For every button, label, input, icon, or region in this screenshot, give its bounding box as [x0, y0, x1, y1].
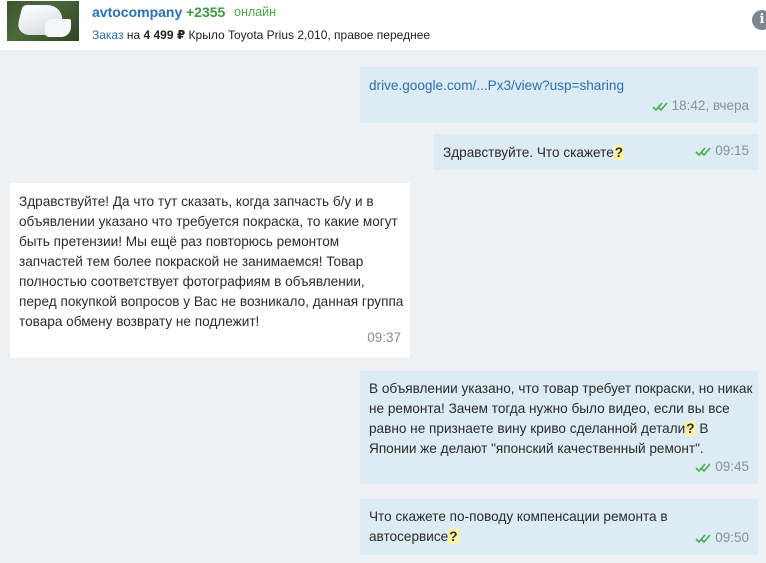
message-time: 09:50: [715, 530, 749, 545]
question-mark-highlight: ?: [685, 421, 696, 436]
seller-rating: +2355: [186, 4, 226, 20]
double-check-icon: [652, 101, 668, 111]
order-price: 4 499 ₽: [143, 28, 186, 42]
seller-online-status: онлайн: [234, 5, 276, 19]
message-text-part: Что скажете по-поводу компенсации ремонт…: [369, 509, 668, 544]
double-check-icon: [695, 462, 711, 472]
question-mark-highlight: ?: [448, 529, 459, 544]
seller-name-link[interactable]: avtocompany: [92, 4, 182, 20]
double-check-icon: [695, 146, 711, 156]
listing-thumbnail[interactable]: [7, 1, 79, 41]
message-outgoing: Что скажете по-поводу компенсации ремонт…: [360, 499, 758, 555]
message-meta: 09:50: [695, 528, 749, 548]
message-text: Здравствуйте. Что скажете: [443, 145, 614, 160]
order-link[interactable]: Заказ: [92, 28, 123, 42]
message-link[interactable]: drive.google.com/...Px3/view?usp=sharing: [369, 78, 624, 93]
order-summary: Заказ на 4 499 ₽ Крыло Toyota Prius 2,01…: [92, 28, 430, 42]
message-incoming: Здравствуйте! Да что тут сказать, когда …: [10, 183, 410, 358]
order-title: Крыло Toyota Prius 2,010, правое передне…: [188, 28, 431, 42]
message-outgoing: В объявлении указано, что товар требует …: [360, 371, 758, 484]
question-mark-highlight: ?: [613, 145, 625, 160]
message-time: 09:45: [715, 459, 749, 474]
info-icon[interactable]: i: [752, 10, 766, 30]
chat-header: avtocompany +2355 онлайн Заказ на 4 499 …: [0, 0, 766, 50]
message-meta: 09:15: [695, 141, 749, 161]
message-text: Что скажете по-поводу компенсации ремонт…: [369, 507, 699, 547]
message-meta: 09:45: [695, 457, 749, 477]
message-text: В объявлении указано, что товар требует …: [369, 379, 754, 459]
double-check-icon: [695, 533, 711, 543]
message-text: Здравствуйте! Да что тут сказать, когда …: [19, 194, 404, 329]
message-outgoing: drive.google.com/...Px3/view?usp=sharing…: [360, 67, 758, 123]
message-outgoing: Здравствуйте. Что скажете? 09:15: [434, 134, 758, 170]
message-meta: 18:42, вчера: [652, 96, 749, 116]
message-time: 09:37: [367, 330, 401, 345]
message-time: 18:42, вчера: [671, 98, 749, 113]
message-time: 09:15: [715, 143, 749, 158]
message-meta: 09:37: [367, 328, 401, 348]
order-prefix: на: [126, 28, 141, 42]
car-fender-image-detail: [45, 19, 71, 37]
